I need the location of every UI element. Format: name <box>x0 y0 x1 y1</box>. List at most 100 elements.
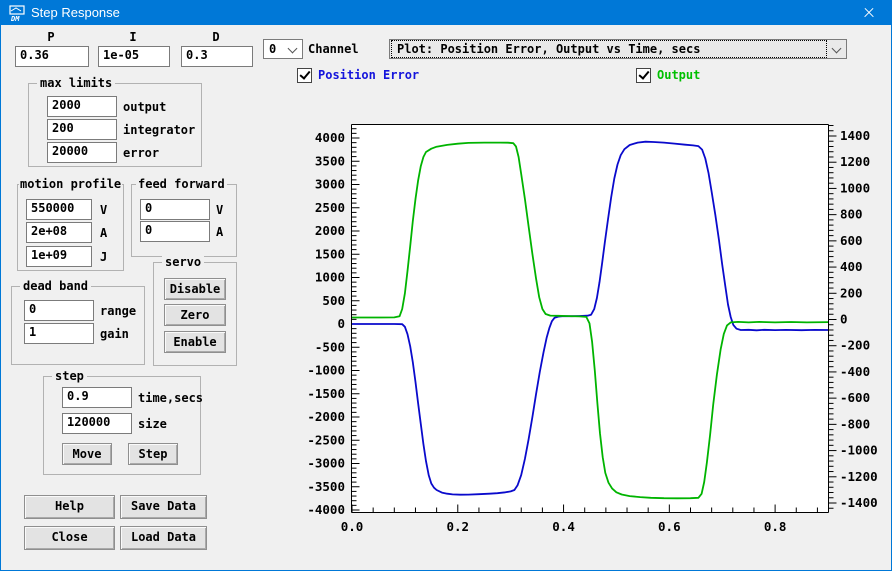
svg-text:-500: -500 <box>315 339 345 354</box>
svg-text:2500: 2500 <box>315 200 345 215</box>
check-icon <box>638 68 650 80</box>
channel-value: 0 <box>269 42 277 56</box>
chevron-down-icon <box>831 43 842 54</box>
step-response-window: DM Step Response P I D 0.36 1e-05 0.3 0 … <box>0 0 892 571</box>
step-size-input[interactable]: 120000 <box>62 413 132 434</box>
ff-v-input[interactable]: 0 <box>140 199 210 220</box>
dead-band-range-input[interactable]: 0 <box>24 300 94 321</box>
servo-group: servo Disable Zero Enable <box>153 255 237 366</box>
svg-text:1000: 1000 <box>840 180 870 195</box>
p-input[interactable]: 0.36 <box>15 46 89 67</box>
p-label: P <box>47 30 55 44</box>
motion-profile-group: motion profile 550000 V 2e+08 A 1e+09 J <box>17 177 124 271</box>
disable-button[interactable]: Disable <box>164 278 226 300</box>
plot-select-value: Plot: Position Error, Output vs Time, se… <box>397 42 701 56</box>
step-group: step 0.9 time,secs 120000 size Move Step <box>43 369 204 475</box>
svg-text:0: 0 <box>840 312 848 327</box>
svg-text:600: 600 <box>840 233 863 248</box>
max-error-input[interactable]: 20000 <box>47 142 117 163</box>
d-input[interactable]: 0.3 <box>181 46 253 67</box>
svg-text:1500: 1500 <box>315 246 345 261</box>
svg-text:-600: -600 <box>840 390 870 405</box>
svg-text:1400: 1400 <box>840 128 870 143</box>
svg-text:200: 200 <box>840 285 863 300</box>
svg-text:4000: 4000 <box>315 130 345 145</box>
channel-label: Channel <box>308 42 359 56</box>
svg-text:-2500: -2500 <box>307 432 345 447</box>
step-size-label: size <box>138 417 167 431</box>
save-data-button[interactable]: Save Data <box>120 495 207 519</box>
ff-a-label: A <box>216 225 224 239</box>
help-button[interactable]: Help <box>24 495 115 519</box>
max-limits-group: max limits 2000 output 200 integrator 20… <box>28 76 202 167</box>
channel-select[interactable]: 0 <box>263 39 303 59</box>
enable-button[interactable]: Enable <box>164 331 226 353</box>
svg-text:-4000: -4000 <box>307 502 345 517</box>
i-label: I <box>129 30 137 44</box>
svg-text:-1000: -1000 <box>840 443 878 458</box>
dead-band-group: dead band 0 range 1 gain <box>11 279 145 365</box>
svg-text:-800: -800 <box>840 416 870 431</box>
svg-text:-2000: -2000 <box>307 409 345 424</box>
profile-v-label: V <box>100 203 108 217</box>
load-data-button[interactable]: Load Data <box>120 526 207 550</box>
close-button[interactable]: Close <box>24 526 115 550</box>
plot-select-dropdown-button[interactable] <box>827 40 846 58</box>
svg-text:-3000: -3000 <box>307 456 345 471</box>
svg-text:0: 0 <box>337 316 345 331</box>
svg-text:0.8: 0.8 <box>764 519 787 534</box>
svg-text:0.0: 0.0 <box>341 519 364 534</box>
servo-title: servo <box>162 255 205 269</box>
check-icon <box>299 68 311 80</box>
svg-text:-400: -400 <box>840 364 870 379</box>
profile-a-input[interactable]: 2e+08 <box>26 222 92 243</box>
svg-text:-1200: -1200 <box>840 469 878 484</box>
svg-text:-3500: -3500 <box>307 479 345 494</box>
dead-band-gain-label: gain <box>100 327 129 341</box>
svg-text:0.4: 0.4 <box>552 519 575 534</box>
ff-v-label: V <box>216 203 224 217</box>
svg-text:1000: 1000 <box>315 270 345 285</box>
ff-a-input[interactable]: 0 <box>140 221 210 242</box>
step-button[interactable]: Step <box>128 443 178 465</box>
output-checkbox[interactable] <box>636 68 651 83</box>
svg-text:-1400: -1400 <box>840 495 878 510</box>
titlebar: DM Step Response <box>1 1 891 25</box>
max-integrator-input[interactable]: 200 <box>47 119 117 140</box>
dead-band-gain-input[interactable]: 1 <box>24 323 94 344</box>
max-output-input[interactable]: 2000 <box>47 96 117 117</box>
i-input[interactable]: 1e-05 <box>98 46 170 67</box>
feed-forward-title: feed forward <box>136 177 227 191</box>
motion-profile-title: motion profile <box>19 177 123 191</box>
output-label: Output <box>657 68 701 82</box>
profile-j-input[interactable]: 1e+09 <box>26 246 92 267</box>
max-error-label: error <box>123 146 160 160</box>
svg-text:-1500: -1500 <box>307 386 345 401</box>
position-error-checkbox[interactable] <box>297 68 312 83</box>
svg-text:-200: -200 <box>840 338 870 353</box>
profile-j-label: J <box>100 250 108 264</box>
svg-text:3500: 3500 <box>315 153 345 168</box>
svg-text:3000: 3000 <box>315 177 345 192</box>
plot-select[interactable]: Plot: Position Error, Output vs Time, se… <box>389 39 847 59</box>
svg-text:800: 800 <box>840 207 863 222</box>
step-response-chart: -4000-3500-3000-2500-2000-1500-1000-5000… <box>307 124 878 534</box>
svg-text:0.6: 0.6 <box>658 519 681 534</box>
step-time-input[interactable]: 0.9 <box>62 387 132 408</box>
max-limits-title: max limits <box>37 76 116 90</box>
feed-forward-group: feed forward 0 V 0 A <box>131 177 237 257</box>
chevron-down-icon <box>287 43 298 54</box>
move-button[interactable]: Move <box>62 443 112 465</box>
svg-text:2000: 2000 <box>315 223 345 238</box>
profile-a-label: A <box>100 226 108 240</box>
svg-text:500: 500 <box>322 293 345 308</box>
position-error-label: Position Error <box>318 68 420 82</box>
max-output-label: output <box>123 100 167 114</box>
window-title: Step Response <box>31 5 120 20</box>
profile-v-input[interactable]: 550000 <box>26 199 92 220</box>
close-icon[interactable] <box>846 1 891 25</box>
svg-text:1200: 1200 <box>840 154 870 169</box>
zero-button[interactable]: Zero <box>164 304 226 326</box>
step-time-label: time,secs <box>138 391 204 405</box>
svg-text:-1000: -1000 <box>307 363 345 378</box>
